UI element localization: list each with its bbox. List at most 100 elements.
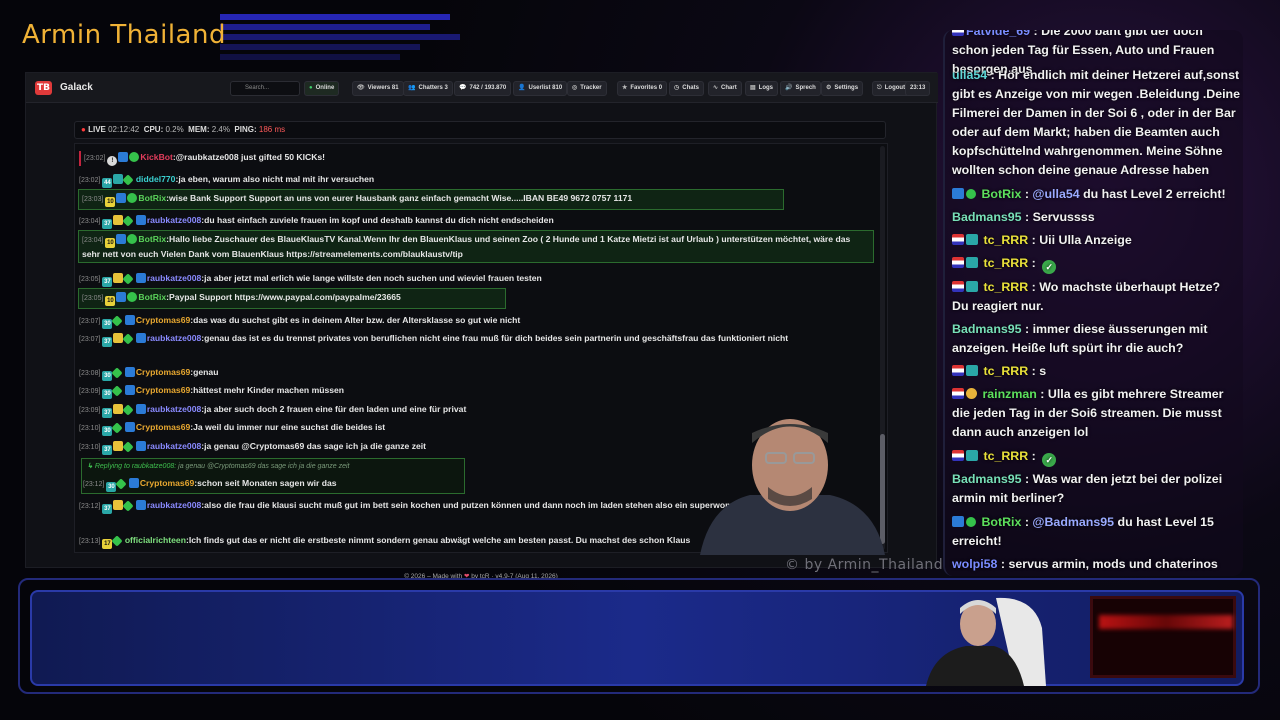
- favorites-button[interactable]: ★ Favorites 0: [617, 81, 668, 96]
- overlay-mention: @Badmans95: [1032, 515, 1115, 529]
- sub-badge-icon: 37: [102, 445, 113, 455]
- chats-button[interactable]: ◷ Chats: [669, 81, 704, 96]
- settings-button[interactable]: ⚙ Settings: [821, 81, 864, 96]
- message-text: Ja weil du immer nur eine suchst die bei…: [193, 422, 386, 432]
- sprech-button[interactable]: 🔊 Sprech: [780, 81, 821, 96]
- overlay-mention: @ulla54: [1032, 187, 1080, 201]
- message-time: [23:10]: [79, 444, 101, 451]
- message-user[interactable]: raubkatze008: [147, 333, 201, 343]
- decor-stripe: [220, 14, 450, 20]
- overlay-user: Badmans95: [952, 472, 1022, 486]
- message-text: du hast einfach zuviele frauen im kopf u…: [204, 215, 554, 225]
- message-user[interactable]: Cryptomas69: [136, 315, 190, 325]
- messages-count-button[interactable]: 💬 742 / 193.870: [454, 81, 512, 96]
- overlay-user: tc_RRR: [983, 449, 1029, 463]
- top-navbar: TB Galack ⌕ Search... ●Online 👁Viewers 8…: [26, 73, 938, 103]
- message-user[interactable]: raubkatze008: [147, 500, 201, 510]
- logs-label: Logs: [758, 85, 774, 91]
- message-text: also die frau die klausi sucht muß gut i…: [204, 500, 760, 510]
- message-time: [23:02]: [84, 155, 106, 162]
- tracker-label: Tracker: [580, 85, 602, 91]
- bottom-panel: [30, 590, 1244, 686]
- bot-badge-icon: [127, 234, 138, 244]
- verified-badge-icon: [135, 404, 146, 414]
- flag-badge-icon: [952, 281, 964, 292]
- chart-button[interactable]: ∿ Chart: [708, 81, 742, 96]
- flag-badge-icon: [952, 257, 964, 268]
- message-user[interactable]: raubkatze008: [147, 273, 201, 283]
- speech-icon: 💬: [459, 85, 467, 91]
- reply-context: ↳ Replying to raubkatze008: ja genau @Cr…: [87, 462, 349, 470]
- message-user[interactable]: Cryptomas69: [136, 385, 190, 395]
- users-icon: 👥: [408, 85, 416, 91]
- reply-target[interactable]: raubkatze008:: [132, 463, 176, 470]
- overlay-user: tc_RRR: [983, 280, 1029, 294]
- chat-message: [23:04] 37 raubkatze008:du hast einfach z…: [79, 215, 554, 229]
- sub-badge-icon: [966, 281, 978, 292]
- verified-badge-icon: [128, 478, 139, 488]
- sub-badge-icon: [966, 257, 978, 268]
- verified-badge-icon: [116, 193, 127, 203]
- userlist-label: Userlist 810: [528, 85, 563, 91]
- flag-badge-icon: [952, 30, 964, 36]
- message-user[interactable]: KickBot: [140, 152, 172, 162]
- logout-icon: ⎋: [877, 85, 882, 91]
- message-user[interactable]: Cryptomas69: [140, 478, 194, 488]
- chat-message-highlighted: [23:04] 10 BotRix:Hallo liebe Zuschauer de…: [78, 230, 874, 263]
- diamond-badge-icon: [122, 404, 135, 416]
- bot-badge-icon: [127, 292, 138, 302]
- search-input[interactable]: Search...: [230, 81, 300, 96]
- sub-badge-icon: 37: [102, 408, 113, 418]
- online-label: Online: [315, 85, 335, 91]
- verified-badge-icon: [135, 333, 146, 343]
- settings-label: Settings: [834, 85, 859, 91]
- message-user[interactable]: Cryptomas69: [136, 367, 190, 377]
- overlay-message: tc_RRR : Wo machste überhaupt Hetze? Du …: [952, 280, 1221, 313]
- logout-label: Logout: [884, 85, 906, 91]
- verified-badge-icon: [952, 188, 964, 199]
- chatters-button[interactable]: 👥 Chatters 3: [403, 81, 453, 96]
- app-name: Galack: [60, 82, 93, 93]
- message-user[interactable]: Cryptomas69: [136, 422, 190, 432]
- user-icon: 👤: [518, 85, 526, 91]
- message-text: Ich finds gut das er nicht die erstbeste…: [188, 535, 691, 545]
- message-user[interactable]: BotRix: [138, 292, 166, 302]
- overlay-text: Servussss: [1032, 210, 1095, 224]
- chart-icon: ∿: [713, 85, 719, 91]
- online-dot-icon: ●: [309, 85, 313, 91]
- message-time: [23:12]: [79, 503, 101, 510]
- logs-button[interactable]: ▤ Logs: [745, 81, 779, 96]
- chat-message: [23:05] 37 raubkatze008:ja aber jetzt mal…: [79, 273, 542, 287]
- message-user[interactable]: raubkatze008: [147, 215, 201, 225]
- verified-badge-icon: [135, 273, 146, 283]
- bot-badge-icon: [129, 152, 140, 162]
- message-text: das was du suchst gibt es in deinem Alte…: [193, 315, 521, 325]
- viewers-button[interactable]: 👁 Viewers 81: [352, 81, 404, 96]
- diamond-badge-icon: [111, 315, 124, 327]
- favorites-label: Favorites 0: [630, 85, 663, 91]
- message-user[interactable]: BotRix: [138, 193, 166, 203]
- verified-badge-icon: [124, 422, 135, 432]
- sub-badge-icon: [966, 450, 978, 461]
- userlist-button[interactable]: 👤 Userlist 810: [513, 81, 568, 96]
- chart-label: Chart: [721, 85, 737, 91]
- online-button[interactable]: ● Online: [304, 81, 340, 96]
- mod-badge-icon: !: [107, 156, 118, 166]
- overlay-user: tc_RRR: [983, 364, 1029, 378]
- flag-badge-icon: [952, 388, 964, 399]
- reply-prefix: Replying to: [94, 463, 130, 470]
- message-user[interactable]: raubkatze008: [147, 404, 201, 414]
- message-text: wise Bank Support Support an uns von eur…: [169, 193, 633, 203]
- tracker-button[interactable]: ◎ Tracker: [567, 81, 607, 96]
- overlay-user: tc_RRR: [983, 233, 1029, 247]
- message-user[interactable]: diddel770: [136, 174, 176, 184]
- overlay-message: tc_RRR : ✓: [952, 254, 1240, 274]
- message-user[interactable]: officialrichteen: [125, 535, 186, 545]
- watermark: © by Armin_Thailand: [785, 557, 944, 573]
- chat-message: [23:08] 30 Cryptomas69:genau: [79, 367, 219, 381]
- message-time: [23:05]: [79, 276, 101, 283]
- message-user[interactable]: BotRix: [138, 234, 166, 244]
- message-user[interactable]: raubkatze008: [147, 441, 201, 451]
- overlay-user: Badmans95: [952, 322, 1022, 336]
- message-text: ja aber jetzt mal erlich wie lange wills…: [204, 273, 542, 283]
